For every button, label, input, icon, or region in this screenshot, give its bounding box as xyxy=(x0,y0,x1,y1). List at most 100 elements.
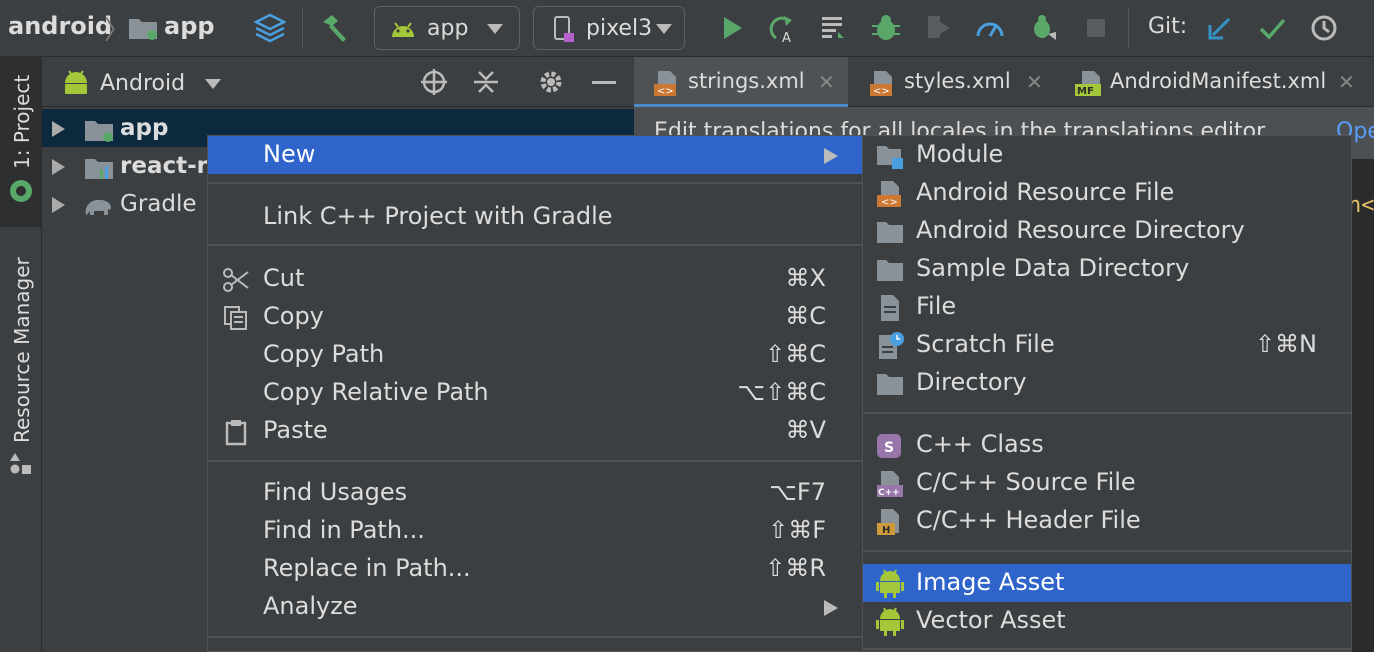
run-config-label: app xyxy=(427,16,469,41)
folder-chart-icon xyxy=(84,156,114,184)
menu-item-label: Copy Relative Path xyxy=(263,378,489,406)
expand-arrow-icon[interactable] xyxy=(52,159,65,175)
svg-text:C++: C++ xyxy=(878,488,900,498)
resource-manager-label: Resource Manager xyxy=(10,257,34,443)
locate-crosshair-icon[interactable] xyxy=(420,68,448,100)
submenu-item-sample-data-directory[interactable]: Sample Data Directory xyxy=(863,250,1351,288)
menu-item-link-cpp[interactable]: Link C++ Project with Gradle xyxy=(208,198,862,236)
submenu-item-vector-asset[interactable]: Vector Asset xyxy=(863,602,1351,640)
menu-item-find-in-path[interactable]: Find in Path... ⇧⌘F xyxy=(208,512,862,550)
tab-strings-xml[interactable]: <> strings.xml ✕ xyxy=(634,57,848,107)
breadcrumb-module[interactable]: app xyxy=(164,12,215,40)
submenu-item-image-asset[interactable]: Image Asset xyxy=(863,564,1351,602)
svg-text:<>: <> xyxy=(881,197,898,208)
menu-item-shortcut: ⇧⌘C xyxy=(765,340,826,368)
submenu-arrow-icon xyxy=(824,148,838,164)
xml-file-icon: <> xyxy=(868,69,896,97)
gradle-elephant-icon xyxy=(82,193,114,223)
tab-styles-xml[interactable]: <> styles.xml ✕ xyxy=(850,57,1056,107)
module-folder-icon xyxy=(875,141,905,171)
menu-item-label: Analyze xyxy=(263,592,358,620)
menu-item-paste[interactable]: Paste ⌘V xyxy=(208,412,862,450)
profile-gauge-icon[interactable] xyxy=(972,10,1008,46)
submenu-item-android-resource-file[interactable]: <> Android Resource File xyxy=(863,174,1351,212)
folder-icon xyxy=(875,369,905,399)
run-icon[interactable] xyxy=(714,10,750,46)
folder-icon xyxy=(875,255,905,285)
menu-item-find-usages[interactable]: Find Usages ⌥F7 xyxy=(208,474,862,512)
menu-item-shortcut: ⌥F7 xyxy=(769,478,826,506)
menu-separator xyxy=(863,550,1351,552)
submenu-item-cpp-header[interactable]: H C/C++ Header File xyxy=(863,502,1351,540)
submenu-item-label: C/C++ Source File xyxy=(916,468,1136,496)
menu-item-copy-relative-path[interactable]: Copy Relative Path ⌥⇧⌘C xyxy=(208,374,862,412)
tree-node-label: app xyxy=(120,115,169,141)
main-toolbar: android 〉 app app pixel3 A Git: xyxy=(0,0,1374,57)
breadcrumb-project[interactable]: android xyxy=(8,12,112,40)
settings-gear-icon[interactable] xyxy=(537,68,565,100)
android-icon xyxy=(389,19,417,43)
toolbar-separator xyxy=(302,8,303,48)
submenu-item-cpp-source[interactable]: C++ C/C++ Source File xyxy=(863,464,1351,502)
git-update-arrow-icon[interactable] xyxy=(1202,10,1238,46)
hide-minus-icon[interactable] xyxy=(592,81,616,84)
expand-arrow-icon[interactable] xyxy=(52,197,65,213)
toolbar-separator xyxy=(1128,8,1129,48)
close-icon[interactable]: ✕ xyxy=(1338,70,1355,94)
xml-file-icon: <> xyxy=(875,179,905,209)
project-view-mode[interactable]: Android xyxy=(100,71,185,96)
menu-item-replace-in-path[interactable]: Replace in Path... ⇧⌘R xyxy=(208,550,862,588)
submenu-item-module[interactable]: Module xyxy=(863,136,1351,174)
apply-code-changes-icon[interactable] xyxy=(816,10,852,46)
submenu-item-label: C/C++ Header File xyxy=(916,506,1141,534)
submenu-item-label: File xyxy=(916,292,957,320)
menu-item-shortcut: ⇧⌘R xyxy=(765,554,826,582)
menu-item-copy[interactable]: Copy ⌘C xyxy=(208,298,862,336)
menu-item-label: Cut xyxy=(263,264,305,292)
editor-tab-bar: <> strings.xml ✕ <> styles.xml ✕ MF Andr… xyxy=(634,57,1374,107)
submenu-item-label: Image Asset xyxy=(916,568,1065,596)
submenu-item-label: Android Resource File xyxy=(916,178,1175,206)
git-commit-check-icon[interactable] xyxy=(1254,10,1290,46)
debug-bug-icon[interactable] xyxy=(868,10,904,46)
coverage-shield-icon[interactable] xyxy=(920,10,956,46)
submenu-item-label: Vector Asset xyxy=(916,606,1066,634)
close-icon[interactable]: ✕ xyxy=(1026,70,1043,94)
layers-icon[interactable] xyxy=(252,10,288,46)
attach-debugger-icon[interactable] xyxy=(1026,10,1062,46)
submenu-item-android-resource-directory[interactable]: Android Resource Directory xyxy=(863,212,1351,250)
folder-module-icon xyxy=(84,118,114,146)
apply-changes-icon[interactable]: A xyxy=(764,10,800,46)
collapse-all-icon[interactable] xyxy=(472,68,500,100)
project-tool-tab[interactable]: 1: Project xyxy=(0,57,41,227)
new-submenu: Module <> Android Resource File Android … xyxy=(862,135,1352,652)
submenu-item-file[interactable]: File xyxy=(863,288,1351,326)
tab-label: styles.xml xyxy=(904,69,1011,93)
history-clock-icon[interactable] xyxy=(1306,10,1342,46)
menu-item-analyze[interactable]: Analyze xyxy=(208,588,862,626)
folder-icon xyxy=(875,217,905,247)
submenu-item-directory[interactable]: Directory xyxy=(863,364,1351,402)
run-config-combo[interactable]: app xyxy=(374,6,520,50)
chevron-down-icon[interactable] xyxy=(205,79,221,89)
menu-item-copy-path[interactable]: Copy Path ⇧⌘C xyxy=(208,336,862,374)
stop-icon[interactable] xyxy=(1078,10,1114,46)
tab-android-manifest[interactable]: MF AndroidManifest.xml ✕ xyxy=(1058,57,1374,107)
build-hammer-icon[interactable] xyxy=(316,10,352,46)
svg-text:A: A xyxy=(782,31,791,44)
submenu-item-scratch-file[interactable]: Scratch File ⇧⌘N xyxy=(863,326,1351,364)
xml-file-icon: <> xyxy=(652,69,680,97)
android-robot-icon xyxy=(875,569,905,599)
breadcrumb-chevron-icon: 〉 xyxy=(104,16,131,46)
resource-manager-tool-tab[interactable]: Resource Manager xyxy=(0,237,41,487)
menu-item-label: Find Usages xyxy=(263,478,408,506)
submenu-item-cpp-class[interactable]: S C++ Class xyxy=(863,426,1351,464)
menu-item-label: Link C++ Project with Gradle xyxy=(263,202,613,230)
close-icon[interactable]: ✕ xyxy=(818,70,835,94)
chevron-down-icon xyxy=(656,24,672,34)
expand-arrow-icon[interactable] xyxy=(52,121,65,137)
device-combo[interactable]: pixel3 xyxy=(533,6,685,50)
menu-item-new[interactable]: New xyxy=(208,136,862,174)
scissors-icon xyxy=(222,266,250,294)
menu-item-cut[interactable]: Cut ⌘X xyxy=(208,260,862,298)
